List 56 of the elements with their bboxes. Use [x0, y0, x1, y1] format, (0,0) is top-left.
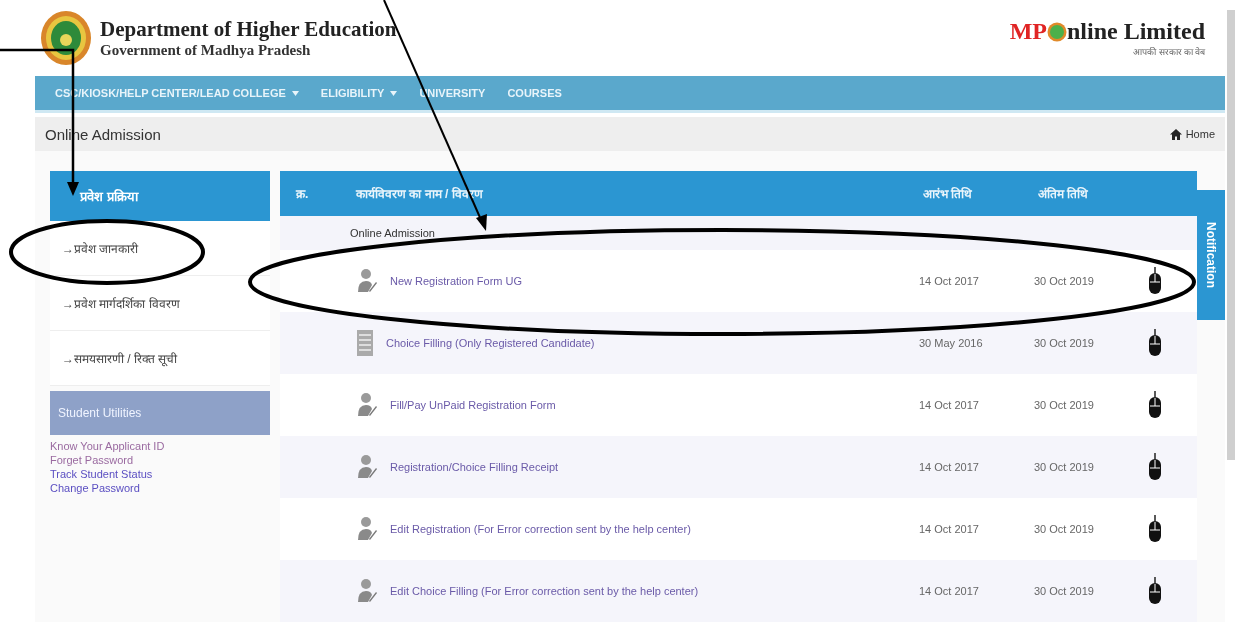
- mouse-icon[interactable]: [1147, 267, 1163, 295]
- form-link[interactable]: Registration/Choice Filling Receipt: [390, 461, 559, 473]
- column-header: क्र.: [294, 186, 310, 202]
- form-link[interactable]: New Registration Form UG: [390, 275, 523, 287]
- utility-link[interactable]: Forget Password: [50, 453, 270, 467]
- person-icon: [356, 392, 378, 418]
- utility-link[interactable]: Know Your Applicant ID: [50, 439, 270, 453]
- partner-tagline: आपकी सरकार का वेब: [1133, 46, 1205, 59]
- home-link[interactable]: Home: [1169, 128, 1215, 141]
- start-date: 14 Oct 2017: [918, 585, 980, 597]
- end-date: 30 Oct 2019: [1033, 523, 1095, 535]
- caret-icon: [291, 90, 299, 96]
- column-header: आरंभ तिथि: [922, 186, 974, 202]
- sidebar-item[interactable]: →प्रवेश मार्गदर्शिका विवरण: [50, 276, 270, 331]
- form-link[interactable]: Choice Filling (Only Registered Candidate): [386, 337, 595, 349]
- partner-logo-text: MP: [1009, 18, 1047, 46]
- start-date: 14 Oct 2017: [918, 461, 980, 473]
- column-header: अंतिम तिथि: [1037, 186, 1090, 202]
- site-title: Department of Higher Education: [100, 17, 397, 43]
- sidebar-item[interactable]: →प्रवेश जानकारी: [50, 221, 270, 276]
- sidebar-header: प्रवेश प्रक्रिया: [50, 171, 270, 221]
- person-icon: [356, 516, 378, 542]
- utilities-header: Student Utilities: [50, 391, 270, 435]
- partner-logo-text: nline Limited: [1067, 18, 1205, 46]
- mouse-icon[interactable]: [1147, 391, 1163, 419]
- globe-icon: [1047, 21, 1067, 42]
- scrollbar[interactable]: [1227, 10, 1235, 460]
- group-title: Online Admission: [350, 227, 435, 239]
- utility-link[interactable]: Change Password: [50, 481, 270, 495]
- utility-link[interactable]: Track Student Status: [50, 467, 270, 481]
- document-icon: [356, 329, 374, 357]
- end-date: 30 Oct 2019: [1033, 461, 1095, 473]
- caret-icon: [390, 90, 398, 96]
- start-date: 14 Oct 2017: [918, 523, 980, 535]
- form-link[interactable]: Fill/Pay UnPaid Registration Form: [390, 399, 556, 411]
- end-date: 30 Oct 2019: [1033, 399, 1095, 411]
- end-date: 30 Oct 2019: [1033, 585, 1095, 597]
- site-subtitle: Government of Madhya Pradesh: [100, 42, 312, 60]
- emblem-logo: [40, 10, 92, 67]
- start-date: 14 Oct 2017: [918, 399, 980, 411]
- end-date: 30 Oct 2019: [1033, 337, 1095, 349]
- mouse-icon[interactable]: [1147, 453, 1163, 481]
- start-date: 14 Oct 2017: [918, 275, 980, 287]
- home-icon: [1169, 128, 1182, 140]
- sidebar-item[interactable]: →समयसारणी / रिक्त सूची: [50, 331, 270, 386]
- mouse-icon[interactable]: [1147, 329, 1163, 357]
- mouse-icon[interactable]: [1147, 577, 1163, 605]
- end-date: 30 Oct 2019: [1033, 275, 1095, 287]
- form-link[interactable]: Edit Registration (For Error correction sent by the help center): [390, 523, 691, 535]
- start-date: 30 May 2016: [918, 337, 984, 349]
- person-icon: [356, 454, 378, 480]
- form-link[interactable]: Edit Choice Filling (For Error correction sent by the help center): [390, 585, 699, 597]
- notification-tab[interactable]: Notification: [1197, 190, 1225, 320]
- mouse-icon[interactable]: [1147, 515, 1163, 543]
- person-icon: [356, 578, 378, 604]
- person-icon: [356, 268, 378, 294]
